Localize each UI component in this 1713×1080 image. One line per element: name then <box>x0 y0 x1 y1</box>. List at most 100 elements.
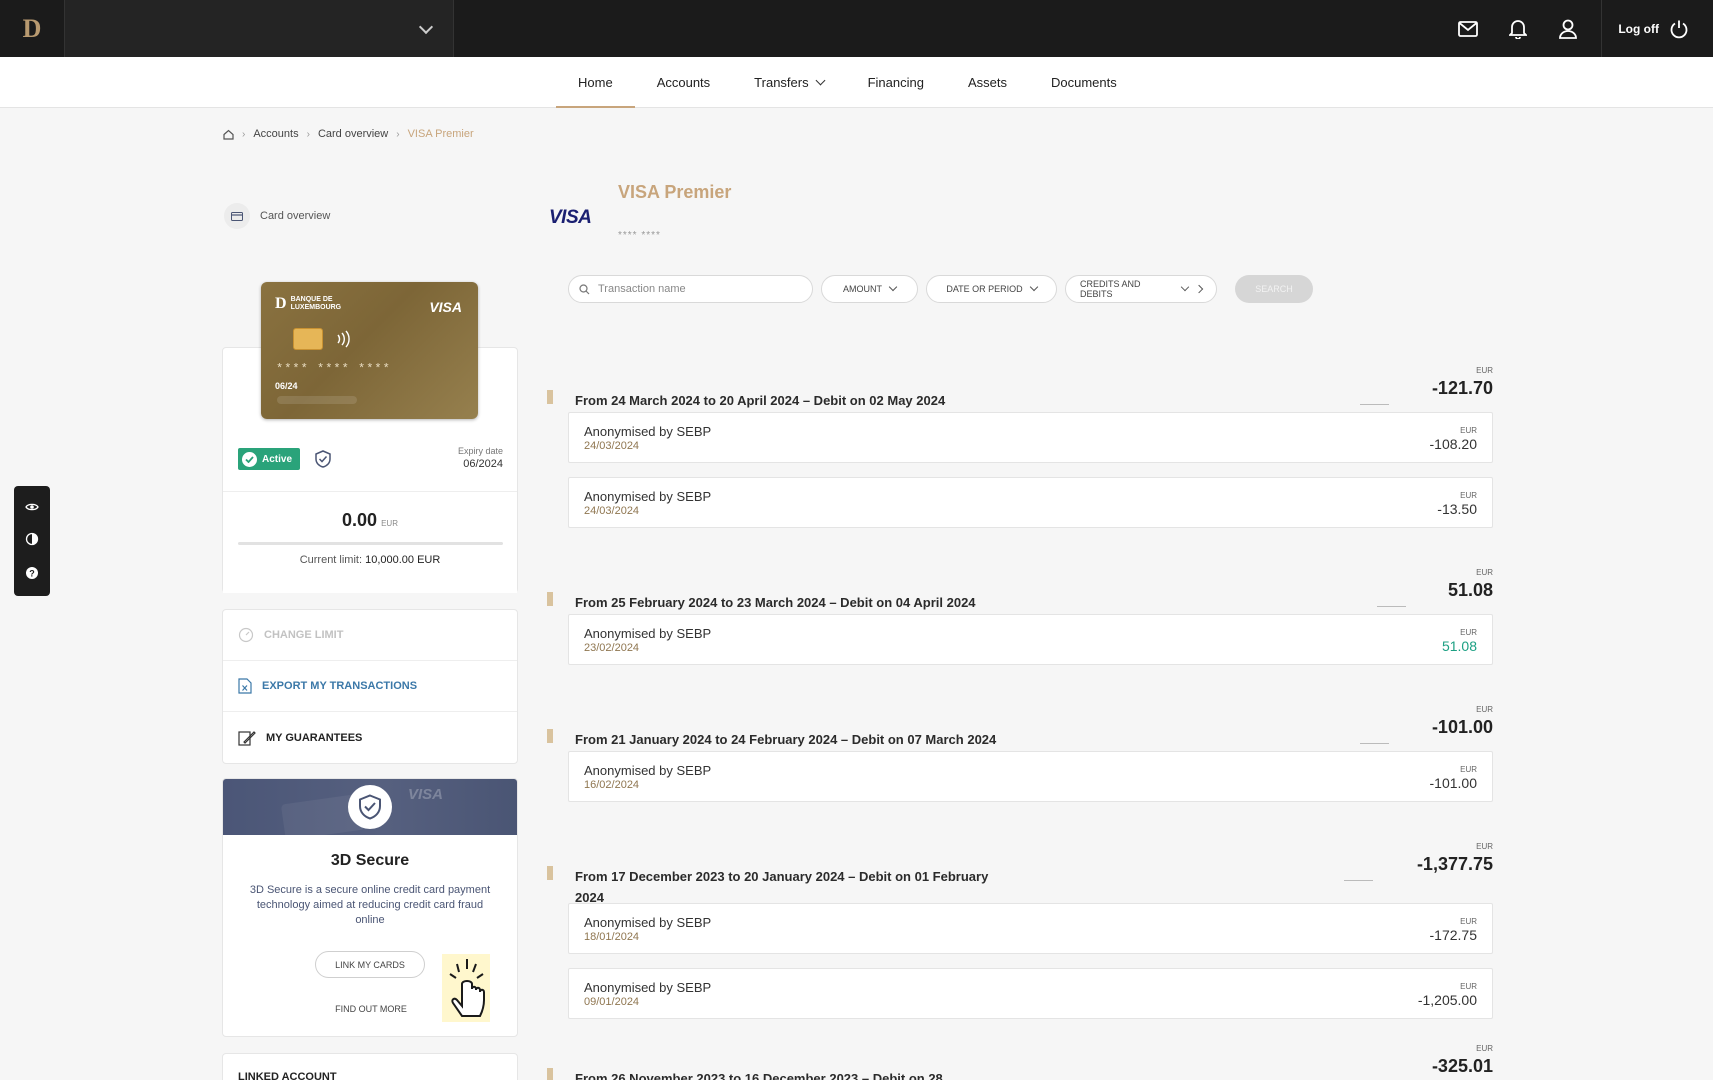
accessibility-toolbar: ? <box>14 486 50 596</box>
limit-area: 0.00 EUR Current limit: 10,000.00 EUR <box>223 491 517 593</box>
card-overview-link[interactable]: Card overview <box>224 200 518 232</box>
transaction-name: Anonymised by SEBP <box>584 489 712 504</box>
period-divider <box>1360 404 1389 405</box>
user-icon[interactable] <box>1543 0 1593 57</box>
expiry-value: 06/2024 <box>463 458 503 470</box>
search-placeholder: Transaction name <box>598 283 686 295</box>
card-image: D BANQUE DE LUXEMBOURG VISA **** **** ****… <box>261 282 478 419</box>
transaction-amount: -13.50 <box>1437 501 1477 517</box>
chevron-down-icon <box>1180 282 1190 292</box>
period-divider <box>1360 743 1389 744</box>
period-header[interactable]: From 17 December 2023 to 20 January 2024… <box>547 842 1493 905</box>
transaction-currency: EUR <box>1460 628 1477 637</box>
card-bank-logo: D BANQUE DE LUXEMBOURG <box>275 295 342 312</box>
statement-period: From 21 January 2024 to 24 February 2024… <box>547 705 1493 816</box>
bank-logo[interactable]: D <box>0 0 65 57</box>
breadcrumb-separator: › <box>242 128 246 140</box>
nav-assets[interactable]: Assets <box>946 57 1029 108</box>
card-holder-redacted <box>277 396 357 404</box>
nav-home[interactable]: Home <box>556 57 635 108</box>
period-marker <box>547 390 553 404</box>
transaction-date: 23/02/2024 <box>584 642 640 654</box>
status-label: Active <box>262 453 293 465</box>
period-currency: EUR <box>1476 705 1493 714</box>
bell-icon[interactable] <box>1493 0 1543 57</box>
transaction-row[interactable]: Anonymised by SEBP 16/02/2024 EUR -101.00 <box>568 751 1493 802</box>
period-total: 51.08 <box>1447 580 1493 600</box>
breadcrumb-card-overview[interactable]: Card overview <box>318 128 388 140</box>
card-balance: 0.00 EUR <box>223 510 517 531</box>
transaction-row[interactable]: Anonymised by SEBP 24/03/2024 EUR -13.50 <box>568 477 1493 528</box>
transaction-date: 18/01/2024 <box>584 931 640 943</box>
statement-period: From 17 December 2023 to 20 January 2024… <box>547 842 1493 1033</box>
change-limit-button[interactable]: CHANGE LIMIT <box>223 610 517 661</box>
transaction-date: 24/03/2024 <box>584 505 640 517</box>
breadcrumb-separator: › <box>306 128 310 140</box>
contrast-icon[interactable] <box>25 532 39 546</box>
period-header[interactable]: From 24 March 2024 to 20 April 2024 – De… <box>547 366 1493 412</box>
transaction-row[interactable]: Anonymised by SEBP 24/03/2024 EUR -108.20 <box>568 412 1493 463</box>
chip-icon <box>293 328 323 350</box>
home-icon[interactable] <box>223 129 234 140</box>
period-total: -121.70 <box>1431 378 1493 398</box>
period-header[interactable]: From 26 November 2023 to 16 December 202… <box>547 1044 1493 1080</box>
amount-filter[interactable]: AMOUNT <box>821 275 918 303</box>
period-divider <box>1377 606 1406 607</box>
account-selector[interactable] <box>65 0 454 57</box>
3d-secure-banner: VISA <box>223 779 517 841</box>
chevron-down-icon <box>1029 282 1038 292</box>
transaction-row[interactable]: Anonymised by SEBP 23/02/2024 EUR 51.08 <box>568 614 1493 665</box>
period-header[interactable]: From 25 February 2024 to 23 March 2024 –… <box>547 568 1493 614</box>
chevron-right-icon[interactable] <box>1194 284 1204 294</box>
transaction-name: Anonymised by SEBP <box>584 424 712 439</box>
transaction-amount: -101.00 <box>1429 775 1477 791</box>
nav-transfers[interactable]: Transfers <box>732 57 845 108</box>
nav-transfers-label: Transfers <box>754 75 809 90</box>
check-icon <box>242 451 257 467</box>
breadcrumb-separator: › <box>396 128 400 140</box>
transaction-name: Anonymised by SEBP <box>584 763 712 778</box>
nav-home-label: Home <box>578 75 613 90</box>
date-filter[interactable]: DATE OR PERIOD <box>926 275 1057 303</box>
search-button[interactable]: SEARCH <box>1235 275 1313 303</box>
nav-documents[interactable]: Documents <box>1029 57 1139 108</box>
svg-text:?: ? <box>29 569 35 579</box>
transaction-currency: EUR <box>1460 765 1477 774</box>
period-marker <box>547 1068 553 1080</box>
main-nav: Home Accounts Transfers Financing Assets… <box>0 57 1713 108</box>
my-guarantees-button[interactable]: MY GUARANTEES <box>223 712 517 763</box>
period-marker <box>547 866 553 880</box>
export-transactions-button[interactable]: EXPORT MY TRANSACTIONS <box>223 661 517 712</box>
chevron-down-icon <box>888 282 898 292</box>
breadcrumb: › Accounts › Card overview › VISA Premie… <box>223 128 474 140</box>
linked-account-title: LINKED ACCOUNT <box>238 1071 337 1080</box>
transaction-row[interactable]: Anonymised by SEBP 09/01/2024 EUR -1,205.00 <box>568 968 1493 1019</box>
nav-financing[interactable]: Financing <box>846 57 946 108</box>
filter-bar: Transaction name AMOUNT DATE OR PERIOD C… <box>568 275 1313 303</box>
balance-amount: 0.00 <box>342 510 378 530</box>
card-bank-line1: BANQUE DE <box>290 296 333 303</box>
breadcrumb-accounts[interactable]: Accounts <box>253 128 298 140</box>
mail-icon[interactable] <box>1443 0 1493 57</box>
credits-debits-filter[interactable]: CREDITS AND DEBITS <box>1065 275 1217 303</box>
nav-accounts[interactable]: Accounts <box>635 57 732 108</box>
transaction-row[interactable]: Anonymised by SEBP 18/01/2024 EUR -172.75 <box>568 903 1493 954</box>
linked-account-section: LINKED ACCOUNT <box>222 1053 518 1080</box>
transaction-currency: EUR <box>1460 982 1477 991</box>
period-header[interactable]: From 21 January 2024 to 24 February 2024… <box>547 705 1493 751</box>
transaction-search-input[interactable]: Transaction name <box>568 275 813 303</box>
period-title: From 17 December 2023 to 20 January 2024… <box>575 869 989 905</box>
help-icon[interactable]: ? <box>25 566 39 580</box>
nav-documents-label: Documents <box>1050 75 1117 90</box>
current-limit: Current limit: 10,000.00 EUR <box>223 554 517 566</box>
chevron-down-icon <box>418 19 434 35</box>
link-my-cards-button[interactable]: LINK MY CARDS <box>315 951 425 978</box>
nav-assets-label: Assets <box>967 75 1007 90</box>
period-marker <box>547 592 553 606</box>
logoff-button[interactable]: Log off <box>1601 0 1713 57</box>
eye-icon[interactable] <box>25 502 39 512</box>
card-expiry: 06/24 <box>275 381 298 391</box>
card-bank-line2: LUXEMBOURG <box>290 304 342 311</box>
transaction-currency: EUR <box>1460 426 1477 435</box>
card-number-mask: **** **** <box>618 230 661 241</box>
